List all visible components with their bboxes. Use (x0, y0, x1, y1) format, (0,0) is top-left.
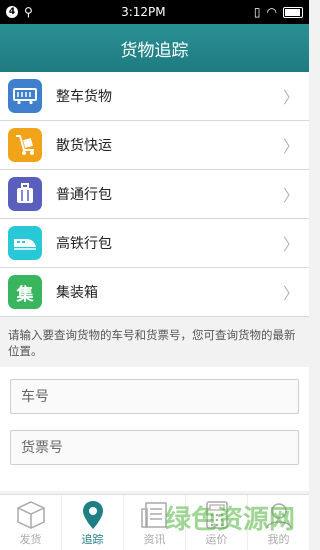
tab-track[interactable]: 追踪 (62, 495, 124, 550)
tab-label: 资讯 (143, 532, 166, 546)
tab-freight-rate[interactable]: 运价 (186, 495, 248, 550)
page-title: 货物追踪 (120, 40, 189, 61)
menu-item-whole-car[interactable]: 整车货物 〉 (0, 72, 309, 121)
ticket-number-field (10, 430, 299, 465)
hand-truck-icon (8, 128, 42, 162)
menu-item-regular-luggage[interactable]: 普通行包 〉 (0, 170, 309, 219)
train-car-icon (8, 79, 42, 113)
tab-label: 追踪 (81, 532, 104, 546)
chevron-right-icon: 〉 (282, 137, 299, 156)
menu-label: 散货快运 (56, 138, 112, 154)
car-number-input[interactable] (21, 388, 298, 405)
menu-item-container[interactable]: 集 集装箱 〉 (0, 268, 309, 317)
chevron-right-icon: 〉 (282, 186, 299, 205)
tab-ship[interactable]: 发货 (0, 495, 62, 550)
tab-news[interactable]: 资讯 (124, 495, 186, 550)
location-pin-icon (82, 499, 104, 531)
box-icon (16, 499, 46, 531)
tab-label: 运价 (205, 532, 228, 546)
calculator-icon (205, 499, 229, 531)
user-icon (265, 499, 293, 531)
tab-label: 发货 (19, 532, 42, 546)
bottom-nav: 发货 追踪 资讯 运价 我的 (0, 494, 309, 550)
menu-list: 整车货物 〉 散货快运 〉 普通行包 〉 高铁行包 〉 集 集装箱 〉 (0, 72, 309, 317)
luggage-icon (8, 177, 42, 211)
container-icon: 集 (8, 275, 42, 309)
tracking-form (0, 367, 309, 491)
battery-icon (283, 6, 303, 18)
menu-label: 高铁行包 (56, 236, 112, 252)
query-hint: 请输入要查询货物的车号和货票号，您可查询货物的最新位置。 (8, 328, 296, 358)
news-icon (140, 499, 169, 531)
chevron-right-icon: 〉 (282, 284, 299, 303)
status-bar: 4 ⚲ 3:12PM ▯ ◠ (0, 0, 309, 24)
car-number-field (10, 379, 299, 414)
chevron-right-icon: 〉 (282, 88, 299, 107)
menu-label: 普通行包 (56, 187, 112, 203)
chevron-right-icon: 〉 (282, 235, 299, 254)
tab-mine[interactable]: 我的 (248, 495, 309, 550)
menu-item-high-speed-luggage[interactable]: 高铁行包 〉 (0, 219, 309, 268)
tab-label: 我的 (267, 532, 290, 546)
vibrate-icon: ▯ (253, 5, 261, 19)
notification-badge: 4 (6, 6, 18, 18)
app-header: 货物追踪 (0, 24, 309, 72)
bullet-train-icon (8, 226, 42, 260)
status-time: 3:12PM (121, 5, 166, 19)
menu-label: 集装箱 (56, 285, 98, 301)
ticket-number-input[interactable] (21, 439, 298, 456)
menu-item-bulk-express[interactable]: 散货快运 〉 (0, 121, 309, 170)
menu-label: 整车货物 (56, 89, 112, 105)
usb-icon: ⚲ (24, 5, 33, 19)
wifi-icon: ◠ (266, 5, 277, 19)
